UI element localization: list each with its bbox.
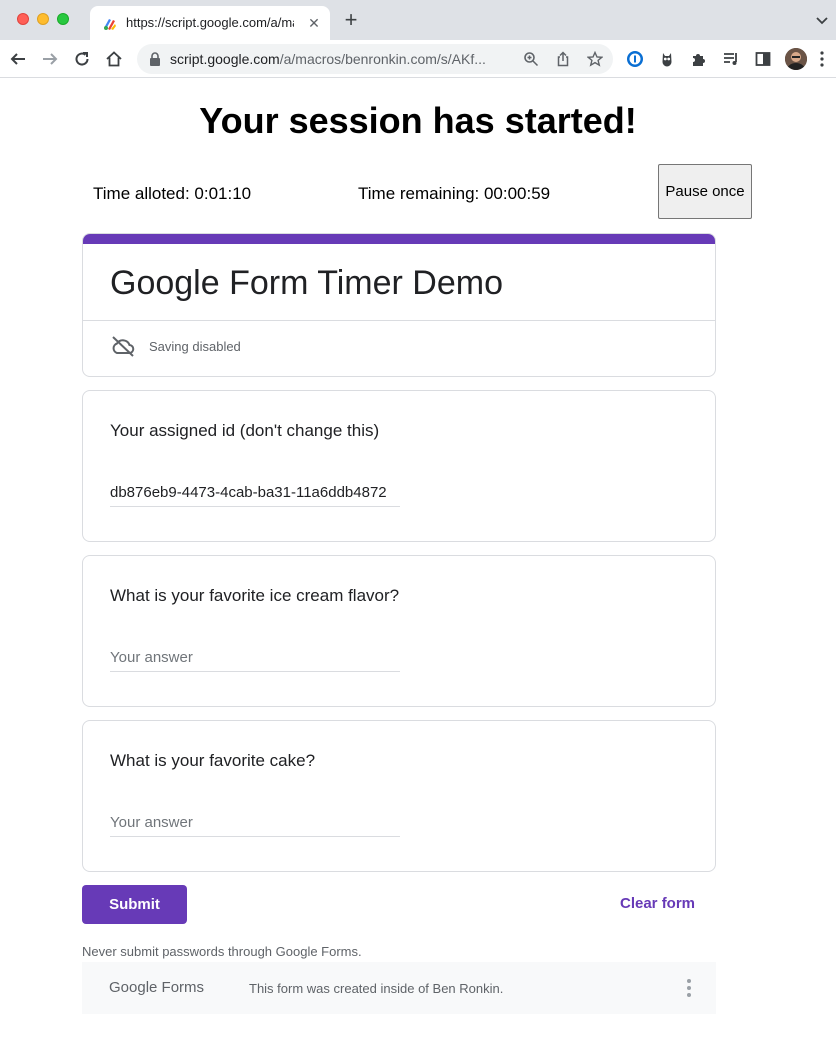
share-icon[interactable] xyxy=(554,50,572,68)
lock-icon[interactable] xyxy=(149,52,161,66)
page-content: Your session has started! Time alloted: … xyxy=(0,78,836,1052)
question-title: What is your favorite ice cream flavor? xyxy=(110,586,400,605)
cake-answer-input[interactable] xyxy=(110,809,400,837)
reload-button[interactable] xyxy=(71,48,93,70)
clear-form-button[interactable]: Clear form xyxy=(620,895,695,912)
window-close-button[interactable] xyxy=(17,13,29,25)
forward-button[interactable] xyxy=(39,48,61,70)
browser-tab-bar: https://script.google.com/a/ma ✕ + xyxy=(0,0,836,40)
browser-toolbar: script.google.com/a/macros/benronkin.com… xyxy=(0,40,836,78)
back-button[interactable] xyxy=(7,48,29,70)
extensions-puzzle-icon[interactable] xyxy=(688,48,710,70)
tab-close-icon[interactable]: ✕ xyxy=(304,13,324,33)
zoom-icon[interactable] xyxy=(522,50,540,68)
window-minimize-button[interactable] xyxy=(37,13,49,25)
form-accent-bar xyxy=(83,234,715,244)
new-tab-button[interactable]: + xyxy=(340,9,362,32)
footer-text: This form was created inside of Ben Ronk… xyxy=(249,981,504,996)
tab-title: https://script.google.com/a/ma xyxy=(126,15,294,30)
home-icon xyxy=(106,51,122,67)
header-divider xyxy=(83,320,715,321)
question-card: What is your favorite ice cream flavor? xyxy=(82,555,716,707)
ice-cream-answer-input[interactable] xyxy=(110,644,400,672)
address-bar[interactable]: script.google.com/a/macros/benronkin.com… xyxy=(137,44,613,74)
time-remaining: Time remaining: 00:00:59 xyxy=(358,184,551,203)
window-maximize-button[interactable] xyxy=(57,13,69,25)
form-header-card: Google Form Timer Demo Saving disabled xyxy=(82,233,716,377)
question-card: What is your favorite cake? xyxy=(82,720,716,872)
password-manager-extension-icon[interactable] xyxy=(624,48,646,70)
apps-script-favicon-icon xyxy=(104,19,116,30)
side-panel-icon[interactable] xyxy=(752,48,774,70)
cloud-off-icon xyxy=(112,336,135,357)
question-title: Your assigned id (don't change this) xyxy=(110,421,380,440)
url-host: script.google.com xyxy=(170,51,280,67)
pause-once-button[interactable]: Pause once xyxy=(658,164,752,219)
question-card: Your assigned id (don't change this) xyxy=(82,390,716,542)
password-warning: Never submit passwords through Google Fo… xyxy=(82,944,362,959)
form-title: Google Form Timer Demo xyxy=(110,264,503,302)
forward-arrow-icon xyxy=(43,53,58,65)
back-arrow-icon xyxy=(10,53,25,65)
time-allotted: Time alloted: 0:01:10 xyxy=(93,184,252,203)
tab-search-chevron-icon[interactable] xyxy=(814,12,830,28)
profile-avatar[interactable] xyxy=(785,48,807,70)
assigned-id-input[interactable] xyxy=(110,479,400,507)
bookmark-star-icon[interactable] xyxy=(586,50,604,68)
reload-icon xyxy=(75,52,89,66)
session-title: Your session has started! xyxy=(199,100,637,141)
saving-status: Saving disabled xyxy=(149,339,241,354)
question-title: What is your favorite cake? xyxy=(110,751,316,770)
url-path: /a/macros/benronkin.com/s/AKf... xyxy=(279,51,486,67)
browser-tab[interactable]: https://script.google.com/a/ma ✕ xyxy=(90,6,330,40)
browser-menu-icon[interactable] xyxy=(815,48,829,70)
submit-button[interactable]: Submit xyxy=(82,885,187,924)
url-text[interactable]: script.google.com/a/macros/benronkin.com… xyxy=(170,51,510,67)
home-button[interactable] xyxy=(103,48,125,70)
media-queue-icon[interactable] xyxy=(720,48,742,70)
google-forms-logo[interactable]: Google Forms xyxy=(109,979,204,996)
owl-extension-icon[interactable] xyxy=(656,48,678,70)
more-options-icon[interactable] xyxy=(680,976,698,1000)
form-footer: Google Forms This form was created insid… xyxy=(82,962,716,1014)
